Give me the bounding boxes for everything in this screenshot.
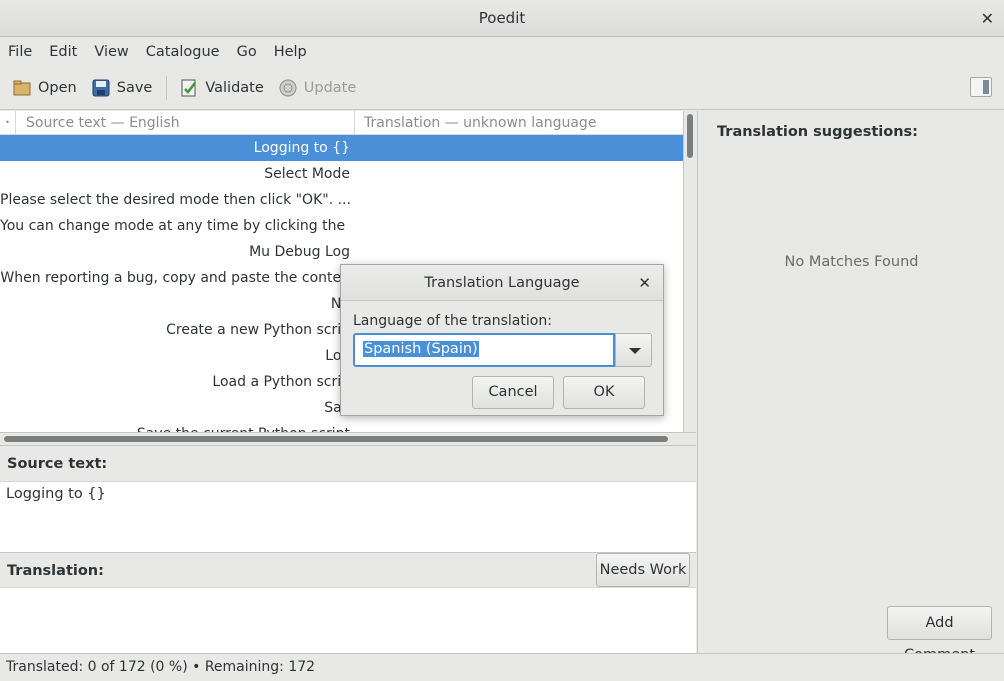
close-icon[interactable]: ✕: [981, 0, 994, 37]
menu-go[interactable]: Go: [237, 44, 257, 60]
update-label: Update: [303, 79, 357, 96]
update-icon: [279, 79, 297, 96]
dialog-close-icon[interactable]: ✕: [638, 265, 651, 301]
row-source: Mu Debug Log: [249, 244, 350, 260]
validate-label: Validate: [205, 79, 264, 96]
validate-icon: [181, 79, 197, 96]
language-label: Language of the translation:: [353, 313, 552, 329]
row-source: Sav: [324, 400, 350, 416]
needs-work-button[interactable]: Needs Work: [596, 553, 690, 587]
open-button[interactable]: Open: [12, 78, 77, 98]
table-row[interactable]: Mu Debug Log: [0, 239, 683, 265]
list-horizontal-scrollbar[interactable]: [0, 432, 696, 444]
row-source: When reporting a bug, copy and paste the…: [0, 270, 350, 286]
status-column-header[interactable]: •: [0, 111, 16, 134]
update-button[interactable]: Update: [278, 78, 357, 98]
row-source: You can change mode at any time by click…: [0, 218, 350, 234]
suggestions-title: Translation suggestions:: [717, 124, 918, 140]
table-row[interactable]: Logging to {}: [0, 135, 683, 161]
list-vertical-scrollbar[interactable]: [684, 111, 696, 432]
table-row[interactable]: You can change mode at any time by click…: [0, 213, 683, 239]
scrollbar-thumb[interactable]: [687, 114, 693, 158]
table-row[interactable]: Save the current Python script: [0, 421, 683, 432]
dialog-title: Translation Language: [341, 265, 663, 301]
row-source: Save the current Python script: [0, 421, 350, 432]
language-input[interactable]: Spanish (Spain): [353, 333, 615, 367]
translation-column-header[interactable]: Translation — unknown language: [355, 111, 596, 134]
language-combo[interactable]: Spanish (Spain): [353, 333, 652, 367]
window-title: Poedit: [478, 9, 526, 27]
menu-bar: File Edit View Catalogue Go Help: [0, 38, 1004, 66]
cancel-button[interactable]: Cancel: [472, 376, 554, 409]
source-column-header[interactable]: Source text — English: [16, 111, 355, 134]
save-icon: [92, 79, 110, 96]
menu-catalogue[interactable]: Catalogue: [146, 44, 220, 60]
row-source: Ne: [0, 291, 350, 317]
table-row[interactable]: Select Mode: [0, 161, 683, 187]
add-comment-button[interactable]: Add Comment: [887, 606, 992, 663]
row-source: Please select the desired mode then clic…: [0, 192, 350, 208]
row-source: Create a new Python scrip: [166, 322, 350, 338]
suggestions-sidebar: Translation suggestions: No Matches Foun…: [697, 111, 1004, 663]
row-source: Select Mode: [264, 166, 350, 182]
status-bar: Translated: 0 of 172 (0 %) • Remaining: …: [0, 653, 1004, 680]
list-header: • Source text — English Translation — un…: [0, 111, 683, 135]
menu-view[interactable]: View: [94, 44, 128, 60]
sidebar-toggle-button[interactable]: [970, 77, 992, 97]
language-value: Spanish (Spain): [363, 341, 479, 357]
menu-help[interactable]: Help: [274, 44, 307, 60]
translation-heading: Translation:: [0, 552, 696, 588]
no-matches-text: No Matches Found: [784, 254, 919, 270]
source-text-heading: Source text:: [0, 446, 696, 482]
validate-button[interactable]: Validate: [179, 78, 264, 98]
editor-area: Source text: Logging to {} Translation: …: [0, 445, 696, 653]
menu-file[interactable]: File: [8, 44, 32, 60]
row-source: Logging to {}: [253, 140, 350, 156]
save-button[interactable]: Save: [91, 78, 153, 98]
scrollbar-thumb[interactable]: [4, 436, 668, 442]
title-bar: Poedit ✕: [0, 0, 1004, 37]
folder-icon: [13, 80, 31, 95]
toolbar: Open Save Validate Update: [0, 66, 1004, 110]
row-source: Loa: [325, 348, 350, 364]
toolbar-separator: [166, 75, 168, 100]
table-row[interactable]: Please select the desired mode then clic…: [0, 187, 683, 213]
save-label: Save: [116, 79, 153, 96]
row-source: Load a Python scrip: [212, 374, 350, 390]
open-label: Open: [38, 79, 77, 96]
translation-language-dialog: Translation Language ✕ Language of the t…: [340, 264, 664, 416]
menu-edit[interactable]: Edit: [49, 44, 77, 60]
chevron-down-icon[interactable]: [615, 333, 652, 367]
source-text-value: Logging to {}: [6, 486, 106, 502]
ok-button[interactable]: OK: [563, 376, 645, 409]
